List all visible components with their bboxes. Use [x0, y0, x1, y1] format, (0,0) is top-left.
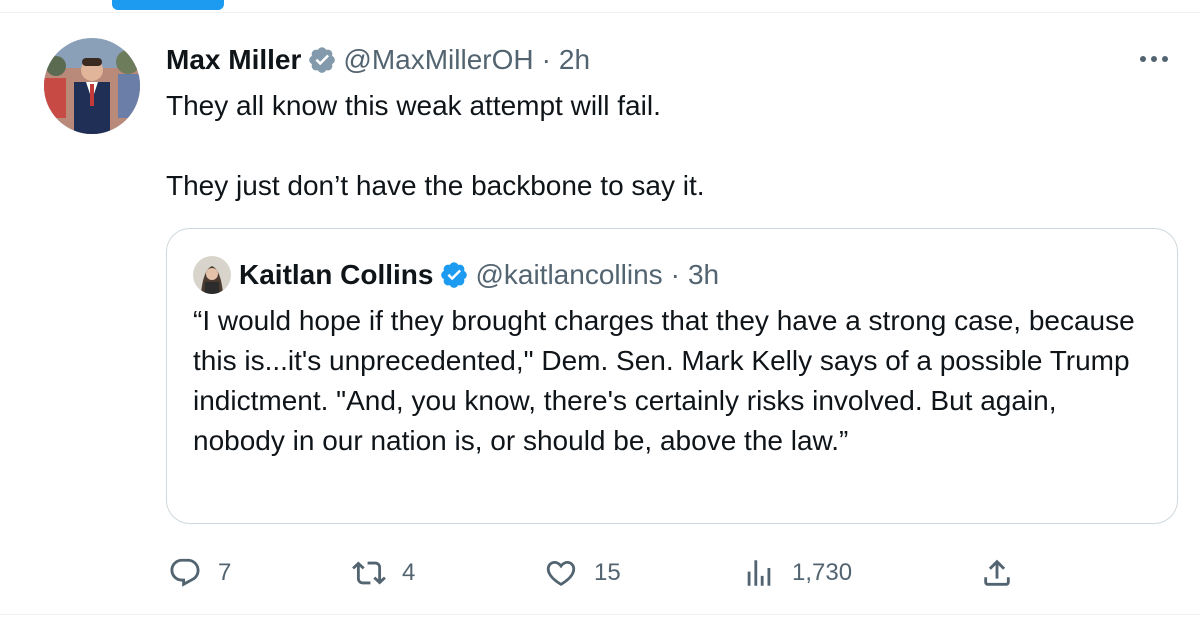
- views-button[interactable]: 1,730: [740, 548, 852, 598]
- tweet-text-line: They all know this weak attempt will fai…: [166, 90, 661, 121]
- verified-badge-icon: [307, 45, 337, 75]
- reply-button[interactable]: 7: [166, 548, 231, 598]
- like-icon: [542, 554, 580, 592]
- more-icon[interactable]: [1134, 44, 1174, 74]
- quote-author-handle: @kaitlancollins: [475, 259, 663, 290]
- divider: [0, 12, 1200, 13]
- tweet-text: They all know this weak attempt will fai…: [166, 86, 1166, 206]
- share-icon: [978, 554, 1016, 592]
- author-name[interactable]: Max Miller: [166, 44, 301, 76]
- views-icon: [740, 554, 778, 592]
- quoted-tweet[interactable]: Kaitlan Collins @kaitlancollins · 3h “I …: [166, 228, 1178, 524]
- author-handle[interactable]: @MaxMillerOH: [343, 44, 533, 76]
- quote-text: “I would hope if they brought charges th…: [193, 305, 1135, 456]
- quote-timestamp: 3h: [687, 259, 720, 290]
- separator-dot: ·: [541, 44, 551, 75]
- tweet-header: Max Miller @MaxMillerOH · 2h: [166, 40, 590, 80]
- quote-author-name: Kaitlan Collins: [239, 259, 434, 290]
- action-bar: 7 4 15 1,730: [166, 548, 1166, 598]
- divider: [0, 614, 1200, 615]
- retweet-icon: [350, 554, 388, 592]
- quote-author-avatar: [193, 256, 231, 294]
- separator-dot: ·: [670, 259, 680, 290]
- retweet-button[interactable]: 4: [350, 548, 415, 598]
- quote-header: Kaitlan Collins @kaitlancollins · 3h: [193, 253, 719, 297]
- active-tab-indicator: [112, 0, 224, 10]
- tweet-timestamp[interactable]: 2h: [559, 44, 590, 76]
- like-count: 15: [594, 559, 621, 586]
- like-button[interactable]: 15: [542, 548, 621, 598]
- views-count: 1,730: [792, 559, 853, 586]
- retweet-count: 4: [402, 559, 416, 586]
- reply-count: 7: [218, 559, 232, 586]
- tweet-text-line: They just don’t have the backbone to say…: [166, 170, 705, 201]
- reply-icon: [166, 554, 204, 592]
- verified-badge-icon: [439, 260, 469, 290]
- author-avatar[interactable]: [44, 38, 140, 134]
- share-button[interactable]: [978, 548, 1016, 598]
